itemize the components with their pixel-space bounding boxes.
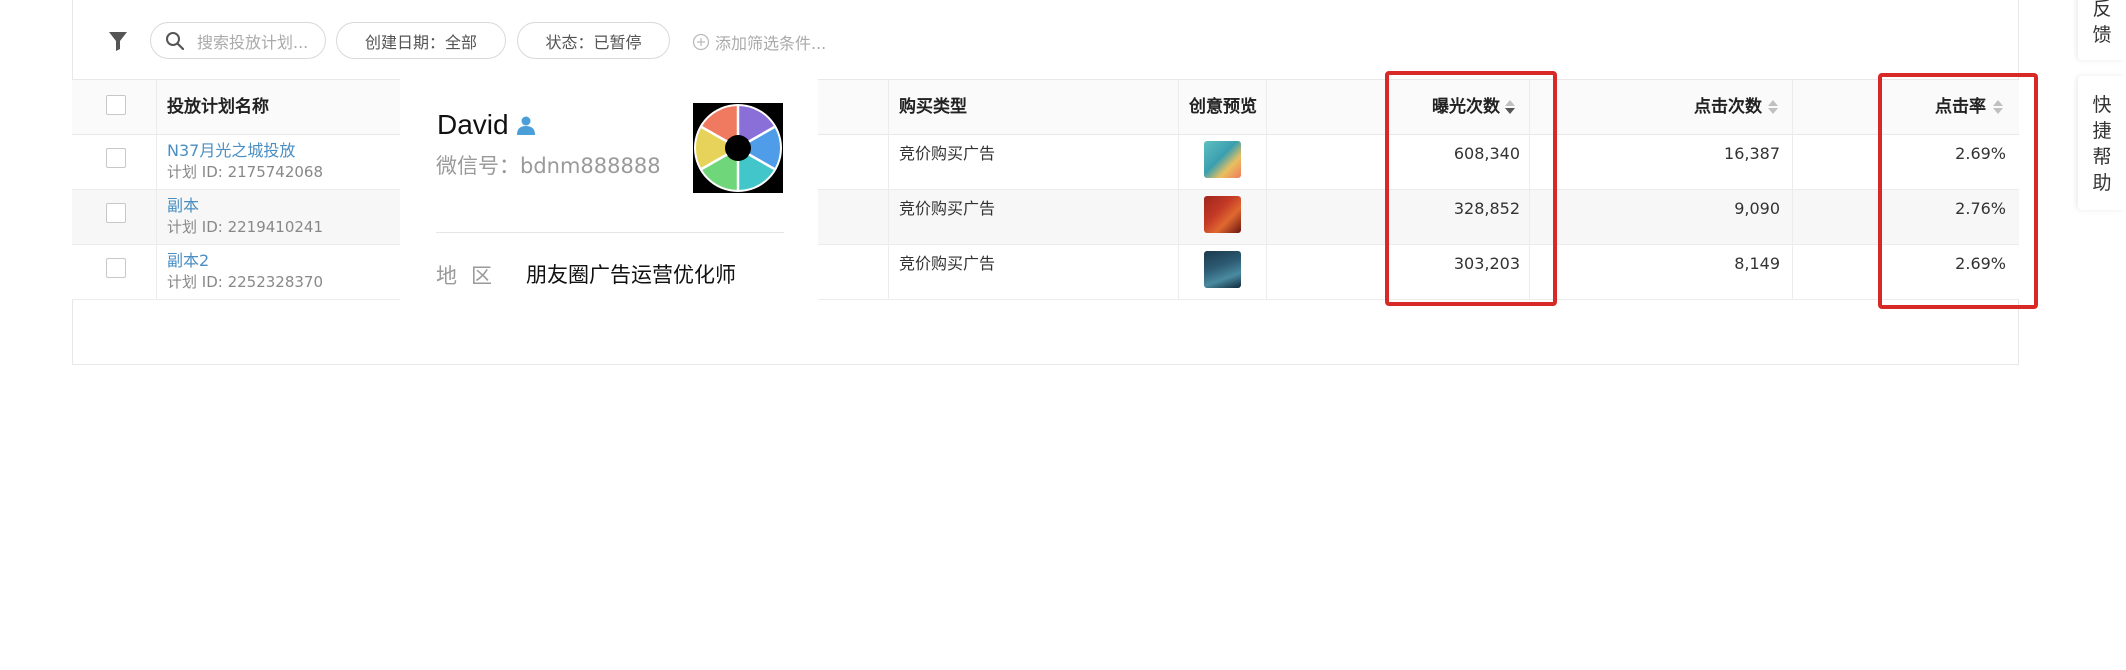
clicks-cell: 16,387 (1724, 144, 1780, 163)
help-char: 捷 (2092, 120, 2112, 142)
column-header-clicks[interactable]: 点击次数 (1680, 96, 1762, 118)
buy-type-cell: 竞价购买广告 (899, 199, 996, 218)
column-header-preview: 创意预览 (1189, 97, 1257, 117)
filter-funnel-icon[interactable] (108, 30, 128, 52)
clicks-cell: 9,090 (1734, 199, 1780, 218)
column-divider (1178, 79, 1179, 300)
feedback-char: 反 (2092, 0, 2112, 20)
plan-name-cell: 副本2 计划 ID: 2252328370 (167, 251, 323, 292)
select-all-checkbox[interactable] (106, 95, 126, 115)
feedback-tab[interactable]: 反 馈 (2078, 0, 2126, 60)
search-placeholder: 搜索投放计划... (197, 32, 309, 52)
rainbow-aperture-logo (693, 103, 783, 193)
plan-name-link[interactable]: 副本2 (167, 251, 323, 271)
profile-wechat-id: 微信号：bdnm888888 (436, 154, 661, 178)
creative-thumbnail[interactable] (1204, 141, 1241, 178)
buy-type-cell: 竞价购买广告 (899, 144, 996, 163)
column-header-name[interactable]: 投放计划名称 (167, 96, 269, 118)
person-icon (517, 116, 535, 135)
plan-id: 计划 ID: 2219410241 (167, 218, 323, 236)
help-char: 快 (2092, 94, 2112, 116)
plan-name-link[interactable]: N37月光之城投放 (167, 141, 323, 161)
column-divider (888, 79, 889, 300)
circle-plus-icon (692, 33, 710, 51)
profile-region-value: 朋友圈广告运营优化师 (526, 263, 736, 287)
profile-name: David (437, 109, 509, 140)
quick-help-tab[interactable]: 快 捷 帮 助 (2078, 76, 2126, 210)
add-filter-label: 添加筛选条件... (715, 34, 827, 53)
plan-id: 计划 ID: 2252328370 (167, 273, 323, 291)
help-char: 助 (2092, 172, 2112, 194)
column-header-buy-type[interactable]: 购买类型 (899, 96, 967, 118)
column-divider (1266, 79, 1267, 300)
magnifier-icon (166, 31, 185, 50)
row-checkbox[interactable] (106, 148, 126, 168)
help-char: 帮 (2092, 146, 2112, 168)
impressions-highlight-box (1385, 71, 1557, 306)
ctr-highlight-box (1878, 73, 2038, 309)
creative-thumbnail[interactable] (1204, 251, 1241, 288)
status-filter-pill[interactable]: 状态：已暂停 (517, 22, 670, 59)
profile-region-label: 地区 (436, 264, 506, 288)
plan-name-cell: 副本 计划 ID: 2219410241 (167, 196, 323, 237)
clicks-cell: 8,149 (1734, 254, 1780, 273)
feedback-char: 馈 (2092, 24, 2112, 46)
row-checkbox[interactable] (106, 258, 126, 278)
profile-divider (436, 232, 784, 233)
add-filter-button[interactable]: 添加筛选条件... (692, 30, 826, 54)
buy-type-cell: 竞价购买广告 (899, 254, 996, 273)
row-checkbox[interactable] (106, 203, 126, 223)
column-divider (156, 79, 157, 300)
search-input[interactable]: 搜索投放计划... (150, 22, 326, 59)
plan-name-cell: N37月光之城投放 计划 ID: 2175742068 (167, 141, 323, 182)
date-filter-pill[interactable]: 创建日期：全部 (336, 22, 506, 59)
column-divider (1792, 79, 1793, 300)
creative-thumbnail[interactable] (1204, 196, 1241, 233)
plan-name-link[interactable]: 副本 (167, 196, 323, 216)
sort-caret-icon[interactable] (1767, 98, 1779, 116)
plan-id: 计划 ID: 2175742068 (167, 163, 323, 181)
